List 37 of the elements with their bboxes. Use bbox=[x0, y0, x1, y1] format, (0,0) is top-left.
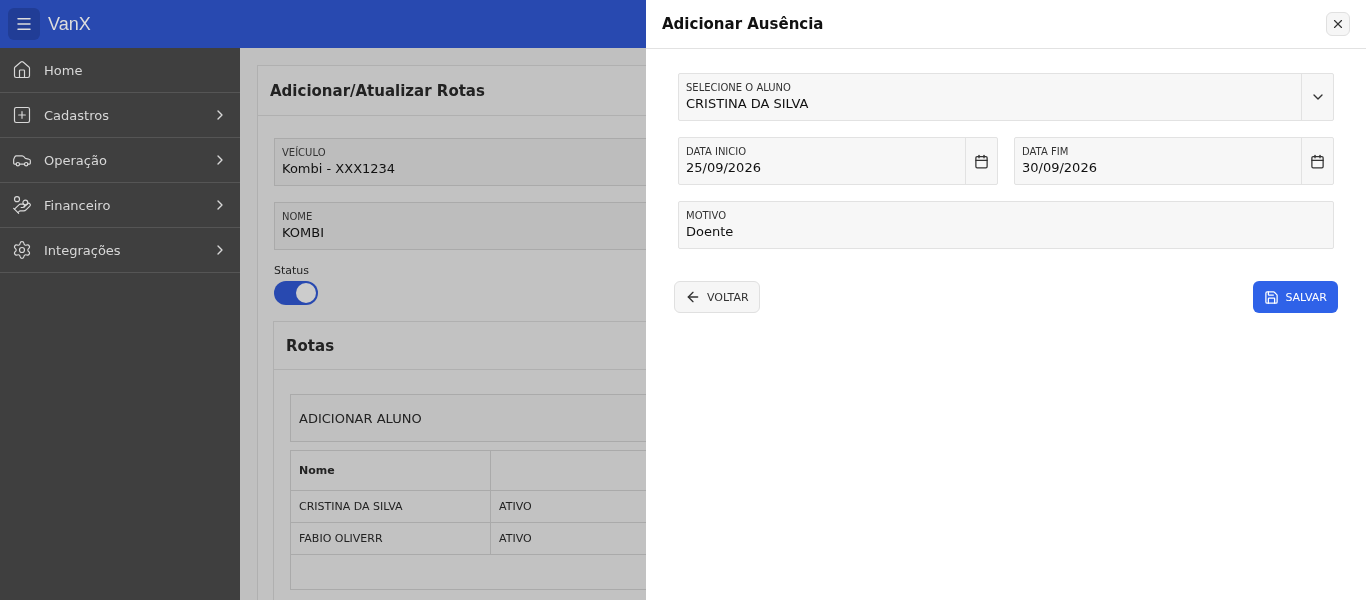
status-label: Status bbox=[274, 264, 311, 277]
input-field[interactable]: DATA INICIO 25/09/2026 bbox=[678, 137, 998, 185]
calendar-icon bbox=[1310, 153, 1325, 169]
input-field[interactable]: SELECIONE O ALUNO CRISTINA DA SILVA bbox=[678, 73, 1334, 121]
menu-icon bbox=[15, 15, 33, 33]
input-field[interactable]: DATA FIM 30/09/2026 bbox=[1014, 137, 1334, 185]
save-button[interactable]: SALVAR bbox=[1253, 281, 1338, 313]
menu-button[interactable] bbox=[8, 8, 40, 40]
field-label: DATA FIM bbox=[1022, 146, 1070, 157]
input-field[interactable]: MOTIVO Doente bbox=[678, 201, 1334, 249]
input-field[interactable]: VEÍCULO Kombi - XXX1234 bbox=[274, 138, 646, 186]
column-header: Nome bbox=[291, 451, 491, 490]
settings-icon bbox=[12, 240, 32, 260]
table-cell: CRISTINA DA SILVA bbox=[291, 491, 491, 522]
toggle-switch[interactable] bbox=[274, 281, 318, 305]
home-icon bbox=[12, 60, 32, 80]
hand-coins-icon bbox=[12, 195, 32, 215]
input-field[interactable]: NOME KOMBI bbox=[274, 202, 646, 250]
calendar-icon bbox=[974, 153, 989, 169]
field-value: CRISTINA DA SILVA bbox=[686, 96, 810, 111]
save-icon bbox=[1264, 289, 1280, 305]
app-title: VanX bbox=[48, 13, 91, 35]
card-title: Adicionar/Atualizar Rotas bbox=[270, 81, 485, 100]
table-cell: FABIO OLIVERR bbox=[291, 523, 491, 554]
back-button[interactable]: VOLTAR bbox=[674, 281, 760, 313]
field-label: MOTIVO bbox=[686, 210, 728, 221]
close-button[interactable] bbox=[1326, 12, 1350, 36]
field-label: SELECIONE O ALUNO bbox=[686, 82, 792, 93]
plus-icon bbox=[12, 105, 32, 125]
panel-title: Rotas bbox=[286, 336, 335, 355]
drawer-title: Adicionar Ausência bbox=[662, 15, 824, 33]
add-student-button[interactable]: ADICIONAR ALUNO bbox=[290, 394, 646, 442]
field-value: Doente bbox=[686, 224, 735, 239]
field-value: 25/09/2026 bbox=[686, 160, 762, 175]
field-label: DATA INICIO bbox=[686, 146, 748, 157]
field-value: 30/09/2026 bbox=[1022, 160, 1098, 175]
close-icon bbox=[1331, 17, 1345, 31]
